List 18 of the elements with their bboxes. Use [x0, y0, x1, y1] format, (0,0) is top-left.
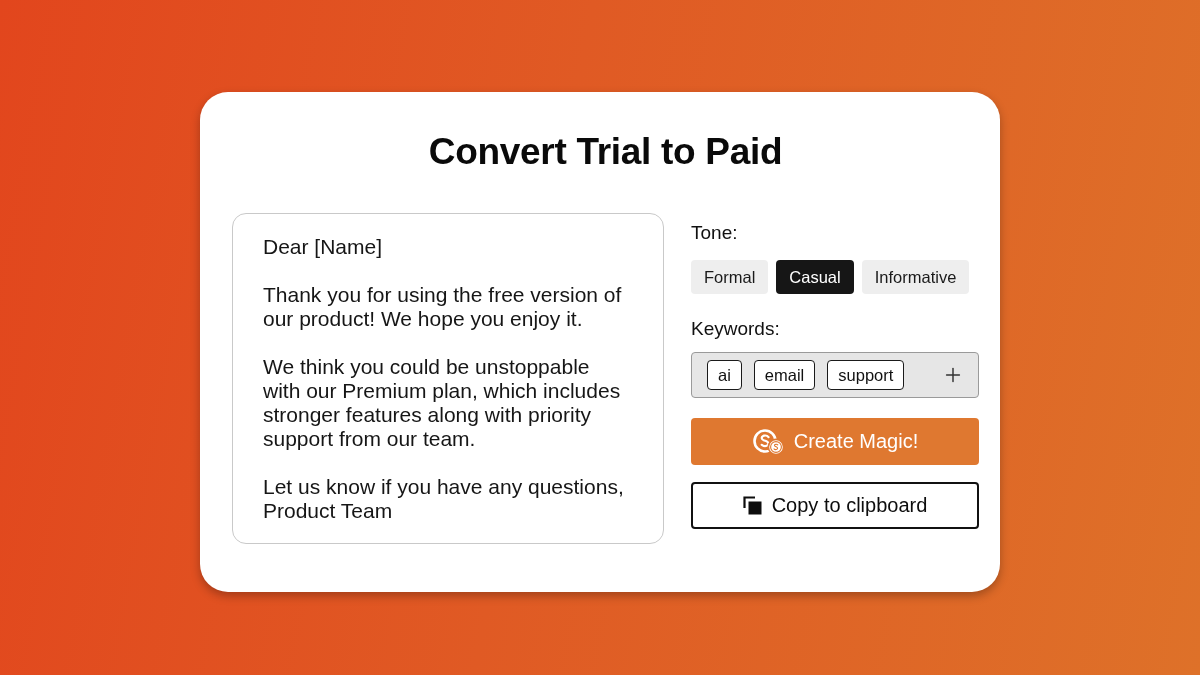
email-paragraph: Dear [Name] [263, 235, 383, 259]
tone-option[interactable]: Casual [776, 260, 854, 294]
keywords-field[interactable]: ai email support [691, 352, 979, 398]
tone-option[interactable]: Informative [861, 260, 970, 294]
copy-to-clipboard-button[interactable]: Copy to clipboard [691, 482, 979, 529]
email-paragraph: We think you could be unstoppable with our Premium plan, which includes stronger features along with priority support from our team. [263, 355, 621, 451]
email-text-field[interactable] [232, 213, 664, 544]
keyword-tag: support [827, 360, 905, 390]
keywords-label: Keywords: [691, 317, 780, 341]
keyword-tag: ai [707, 360, 742, 390]
copy-icon [742, 495, 763, 516]
email-paragraph: Thank you for using the free version of our product! We hope you enjoy it. [263, 283, 622, 331]
coins-icon [751, 428, 785, 455]
tone-label: Tone: [691, 221, 738, 245]
tone-option[interactable]: Formal [691, 260, 769, 294]
card-title: Convert Trial to Paid [428, 130, 783, 174]
keyword-tag: email [753, 360, 816, 390]
email-paragraph: Let us know if you have any questions, Product Team [263, 475, 624, 523]
